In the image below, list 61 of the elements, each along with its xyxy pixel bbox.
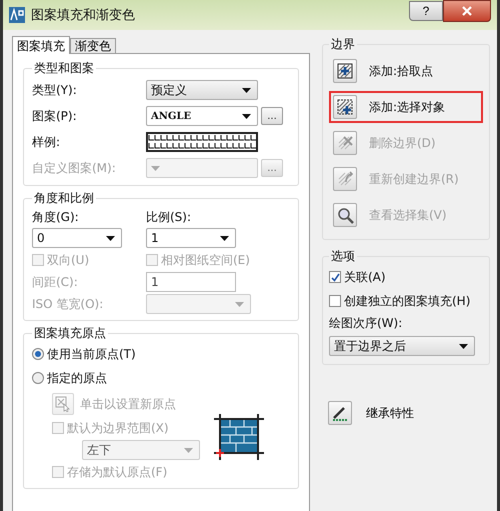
scale-dropdown[interactable]: 1: [146, 228, 236, 248]
search-icon: [336, 206, 354, 224]
hatch-icon: [336, 170, 354, 188]
group-title: 选项: [330, 248, 356, 265]
type-dropdown[interactable]: 预定义: [146, 80, 258, 100]
close-button[interactable]: [443, 0, 491, 22]
caret-icon: [459, 344, 468, 348]
caret-icon: [242, 114, 251, 118]
field-label: 类型(Y):: [32, 82, 78, 98]
hatch-icon: [336, 134, 354, 152]
caret-icon: [242, 88, 251, 92]
field-label: 自定义图案(M):: [32, 160, 117, 176]
pen-width-dropdown[interactable]: [146, 294, 251, 314]
hatch-icon: [336, 62, 354, 80]
help-button[interactable]: ?: [409, 1, 443, 21]
checkbox-label: 创建独立的图案填充(H): [344, 292, 470, 310]
app-icon: [9, 7, 25, 23]
draw-order-dropdown[interactable]: 置于边界之后: [329, 336, 475, 356]
checkbox-label: 关联(A): [344, 268, 386, 286]
group-title: 图案填充原点: [33, 325, 107, 342]
caret-icon: [151, 166, 160, 170]
field-label: ISO 笔宽(O):: [32, 296, 104, 312]
rotation-dropdown[interactable]: 0: [32, 228, 122, 248]
checkbox-label: 存储为默认原点(F): [67, 464, 168, 480]
tab[interactable]: 图案填充: [12, 36, 70, 54]
brick-wall-icon: [214, 414, 264, 460]
pattern-dropdown[interactable]: ANGLE: [146, 106, 258, 126]
window-title: 图案填充和渐变色: [31, 7, 136, 24]
caret-icon: [220, 236, 229, 240]
group-title: 类型和图案: [33, 60, 95, 77]
close-icon: [462, 6, 472, 16]
boundary-button[interactable]: 添加:选择对象: [329, 91, 483, 123]
tab[interactable]: 渐变色: [70, 38, 116, 53]
hatch-icon: [336, 98, 354, 116]
boundary-button[interactable]: 添加:拾取点: [329, 55, 483, 87]
radio-label: 指定的原点: [47, 370, 107, 386]
field-label: 图案(P):: [32, 108, 78, 124]
checkbox-label: 相对图纸空间(E): [161, 252, 250, 268]
caret-icon: [235, 302, 244, 306]
field-label: 间距(C):: [32, 274, 79, 290]
field-label: 绘图次序(W):: [329, 315, 404, 332]
radio-button[interactable]: [32, 372, 44, 384]
field-label: 比例(S):: [146, 209, 192, 226]
brush-icon: [331, 404, 349, 422]
field-label: 样例:: [32, 134, 62, 150]
checkbox-label: 双向(U): [47, 252, 90, 268]
checkbox-label: 默认为边界范围(X): [67, 420, 169, 436]
inherit-properties-button[interactable]: 继承特性: [322, 373, 490, 425]
caret-icon: [106, 236, 115, 240]
cursor-icon: [55, 396, 71, 412]
custom-pattern-dropdown[interactable]: [146, 158, 258, 178]
field-label: 角度(G):: [32, 209, 80, 226]
caret-icon: [184, 448, 193, 452]
checkbox[interactable]: [329, 295, 341, 307]
browse-button[interactable]: ...: [261, 107, 283, 125]
button-caption: 单击以设置新原点: [80, 396, 176, 412]
group-title: 边界: [330, 36, 356, 53]
radio-button[interactable]: [32, 348, 44, 360]
radio-label: 使用当前原点(T): [47, 346, 136, 362]
group-title: 角度和比例: [33, 190, 95, 207]
checkbox[interactable]: [329, 271, 341, 283]
